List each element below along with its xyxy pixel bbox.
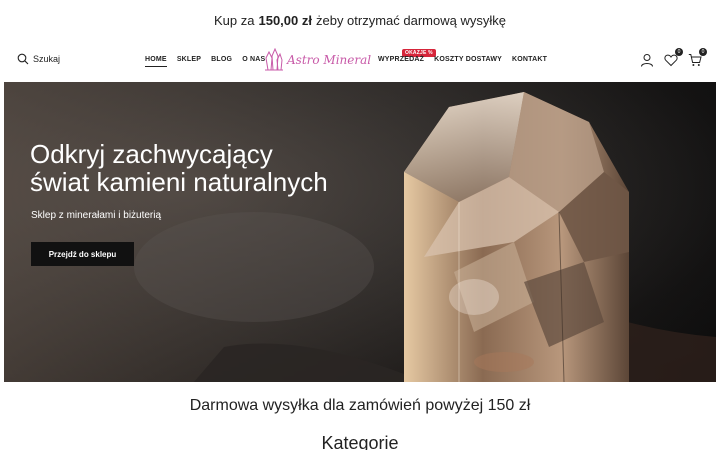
logo-text: Astro Mineral — [287, 53, 372, 67]
wishlist-button[interactable]: 0 — [664, 48, 683, 67]
hero-title-line-2: świat kamieni naturalnych — [30, 167, 328, 197]
banner-amount: 150,00 zł — [258, 12, 312, 28]
hero-banner: Odkryj zachwycający świat kamieni natura… — [4, 82, 716, 382]
account-button[interactable] — [640, 53, 654, 67]
banner-text-before: Kup za — [214, 12, 255, 28]
nav-home[interactable]: HOME — [145, 56, 167, 67]
nav-sale[interactable]: WYPRZEDAŻ — [378, 56, 424, 63]
hero-subtitle: Sklep z minerałami i biżuterią — [31, 210, 162, 221]
main-nav-right: WYPRZEDAŻ KOSZTY DOSTAWY KONTAKT — [378, 56, 547, 63]
search-button[interactable]: Szukaj — [17, 53, 60, 65]
nav-contact[interactable]: KONTAKT — [512, 56, 547, 63]
hero-title: Odkryj zachwycający świat kamieni natura… — [30, 140, 360, 196]
nav-blog[interactable]: BLOG — [211, 56, 232, 63]
search-label: Szukaj — [33, 54, 61, 64]
user-icon — [641, 54, 653, 67]
free-shipping-banner: Kup za 150,00 zł żeby otrzymać darmową w… — [0, 0, 720, 40]
header-icons: 0 0 — [640, 48, 707, 67]
categories-heading: Kategorie — [321, 433, 399, 450]
quartz-crystal-image — [4, 82, 716, 382]
search-icon — [17, 53, 29, 65]
hero-title-line-1: Odkryj zachwycający — [30, 139, 273, 169]
site-header: Szukaj HOME SKLEP BLOG O NAS Astro Miner… — [0, 40, 720, 82]
site-logo[interactable]: Astro Mineral — [264, 48, 371, 72]
wishlist-count: 0 — [675, 48, 683, 56]
go-to-shop-button[interactable]: Przejdź do sklepu — [31, 242, 134, 266]
crystal-logo-icon — [265, 48, 283, 71]
shipping-info: Darmowa wysyłka dla zamówień powyżej 150… — [189, 397, 531, 414]
main-nav-left: HOME SKLEP BLOG O NAS — [145, 56, 265, 67]
nav-about[interactable]: O NAS — [242, 56, 265, 63]
cart-button[interactable]: 0 — [688, 48, 707, 67]
cart-count: 0 — [699, 48, 707, 56]
nav-shop[interactable]: SKLEP — [177, 56, 201, 63]
nav-shipping-costs[interactable]: KOSZTY DOSTAWY — [434, 56, 502, 63]
banner-text-after: żeby otrzymać darmową wysyłkę — [315, 12, 506, 28]
